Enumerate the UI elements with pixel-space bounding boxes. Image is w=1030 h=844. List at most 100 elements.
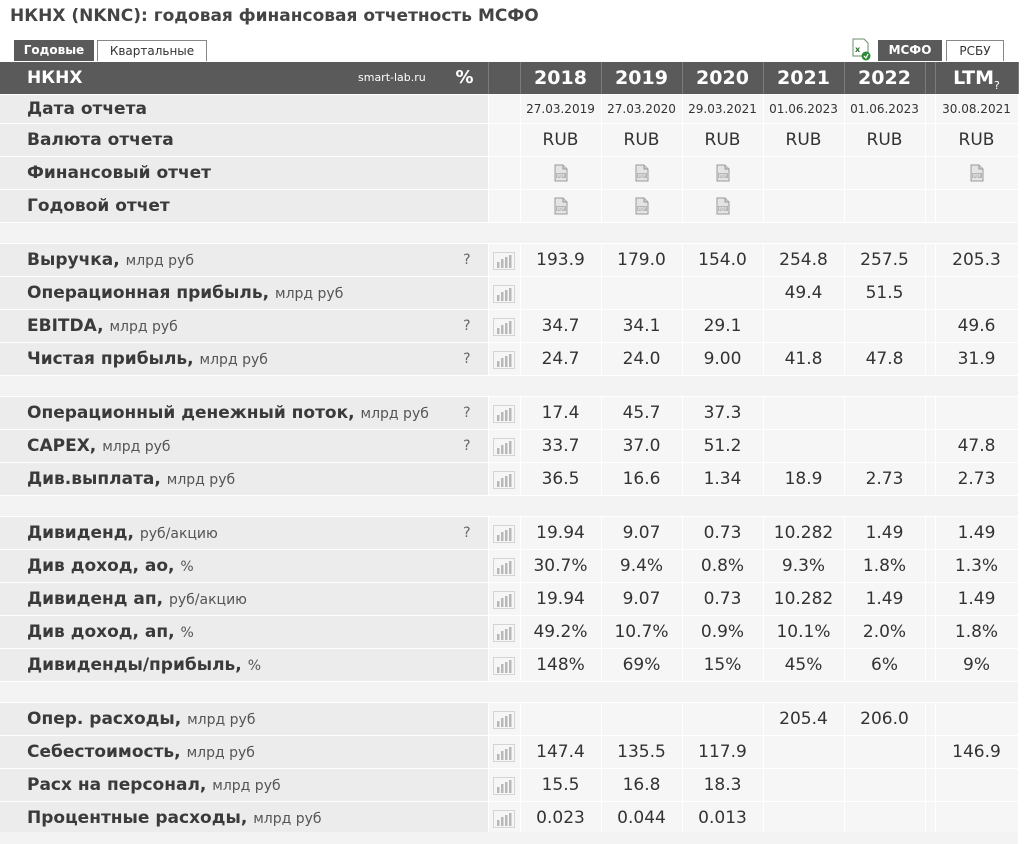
header-year-2019[interactable]: 2019 bbox=[601, 62, 683, 95]
bar-chart-icon[interactable] bbox=[493, 742, 515, 762]
chart-cell[interactable] bbox=[488, 768, 521, 802]
header-company-cell: НКНХ smart-lab.ru% bbox=[0, 62, 489, 95]
row-label-text: Себестоимость, bbox=[27, 742, 181, 762]
empty-chart-cell bbox=[488, 156, 521, 190]
chart-cell[interactable] bbox=[488, 462, 521, 496]
row-unit: млрд руб bbox=[187, 712, 256, 728]
chart-cell[interactable] bbox=[488, 243, 521, 277]
tab-quarterly[interactable]: Квартальные bbox=[97, 40, 207, 61]
chart-cell[interactable] bbox=[488, 429, 521, 463]
pdf-icon[interactable]: PDF bbox=[552, 196, 570, 216]
value-cell: 2.73 bbox=[844, 462, 926, 496]
row-label: Операционный денежный поток, млрд руб? bbox=[0, 396, 489, 430]
header-year-2018[interactable]: 2018 bbox=[520, 62, 602, 95]
header-year-2022[interactable]: 2022 bbox=[844, 62, 926, 95]
help-icon[interactable]: ? bbox=[463, 405, 470, 421]
row-unit: млрд руб bbox=[125, 253, 194, 269]
pdf-icon[interactable]: PDF bbox=[714, 196, 732, 216]
pdf-icon[interactable]: PDF bbox=[968, 163, 986, 183]
pdf-cell[interactable]: PDF bbox=[520, 189, 602, 223]
value-cell-ltm bbox=[935, 768, 1019, 802]
value-cell bbox=[682, 702, 764, 736]
chart-cell[interactable] bbox=[488, 549, 521, 583]
spacer-cell bbox=[925, 429, 936, 463]
value-cell: 10.7% bbox=[601, 615, 683, 649]
help-icon[interactable]: ? bbox=[463, 438, 470, 454]
chart-cell[interactable] bbox=[488, 582, 521, 616]
value-cell: 51.2 bbox=[682, 429, 764, 463]
bar-chart-icon[interactable] bbox=[493, 436, 515, 456]
pdf-cell[interactable]: PDF bbox=[520, 156, 602, 190]
excel-export-icon[interactable]: x bbox=[851, 38, 871, 61]
chart-cell[interactable] bbox=[488, 342, 521, 376]
pdf-cell-ltm[interactable]: PDF bbox=[935, 156, 1019, 190]
pdf-cell[interactable]: PDF bbox=[601, 189, 683, 223]
chart-cell[interactable] bbox=[488, 309, 521, 343]
tab-rsbu[interactable]: РСБУ bbox=[946, 40, 1004, 61]
pdf-icon[interactable]: PDF bbox=[552, 163, 570, 183]
bar-chart-icon[interactable] bbox=[493, 655, 515, 675]
chart-cell[interactable] bbox=[488, 516, 521, 550]
value-cell: RUB bbox=[682, 123, 764, 157]
bar-chart-icon[interactable] bbox=[493, 622, 515, 642]
help-icon[interactable]: ? bbox=[463, 525, 470, 541]
pdf-cell[interactable]: PDF bbox=[601, 156, 683, 190]
bar-chart-icon[interactable] bbox=[493, 403, 515, 423]
header-year-2020[interactable]: 2020 bbox=[682, 62, 764, 95]
pdf-icon[interactable]: PDF bbox=[633, 163, 651, 183]
svg-text:PDF: PDF bbox=[719, 206, 727, 211]
spacer-cell bbox=[925, 309, 936, 343]
pdf-icon[interactable]: PDF bbox=[714, 163, 732, 183]
tab-msfo[interactable]: МСФО bbox=[878, 40, 942, 61]
header-spacer bbox=[925, 62, 936, 95]
value-cell-ltm: 2.73 bbox=[935, 462, 1019, 496]
chart-cell[interactable] bbox=[488, 615, 521, 649]
row-label: Финансовый отчет bbox=[0, 156, 489, 190]
ltm-help-icon[interactable]: ? bbox=[994, 79, 1000, 92]
chart-cell[interactable] bbox=[488, 702, 521, 736]
help-icon[interactable]: ? bbox=[463, 252, 470, 268]
bar-chart-icon[interactable] bbox=[493, 469, 515, 489]
row-unit: млрд руб bbox=[212, 778, 281, 794]
bar-chart-icon[interactable] bbox=[493, 556, 515, 576]
pdf-icon[interactable]: PDF bbox=[633, 196, 651, 216]
source-label[interactable]: smart-lab.ru bbox=[358, 71, 426, 84]
table-row: Опер. расходы, млрд руб 205.4 206.0 bbox=[0, 702, 1019, 736]
value-cell: 15% bbox=[682, 648, 764, 682]
spacer-cell bbox=[925, 243, 936, 277]
chart-cell[interactable] bbox=[488, 396, 521, 430]
pdf-cell[interactable]: PDF bbox=[682, 189, 764, 223]
svg-text:PDF: PDF bbox=[557, 173, 565, 178]
chart-cell[interactable] bbox=[488, 648, 521, 682]
bar-chart-icon[interactable] bbox=[493, 808, 515, 828]
chart-cell[interactable] bbox=[488, 735, 521, 769]
bar-chart-icon[interactable] bbox=[493, 775, 515, 795]
row-unit: руб/акцию bbox=[139, 526, 218, 542]
help-icon[interactable]: ? bbox=[463, 351, 470, 367]
chart-cell[interactable] bbox=[488, 801, 521, 835]
bar-chart-icon[interactable] bbox=[493, 349, 515, 369]
spacer-cell bbox=[925, 123, 936, 157]
table-row: Див.выплата, млрд руб 36.5 16.6 1.34 18.9 2.7… bbox=[0, 462, 1019, 496]
percent-toggle[interactable]: % bbox=[455, 67, 473, 88]
tab-annual[interactable]: Годовые bbox=[14, 40, 94, 61]
row-label-text: Процентные расходы, bbox=[27, 808, 248, 828]
bar-chart-icon[interactable] bbox=[493, 250, 515, 270]
value-cell bbox=[520, 276, 602, 310]
bar-chart-icon[interactable] bbox=[493, 283, 515, 303]
help-icon[interactable]: ? bbox=[463, 318, 470, 334]
bar-chart-icon[interactable] bbox=[493, 523, 515, 543]
row-label-text: Валюта отчета bbox=[27, 130, 174, 150]
row-label-text: Див.выплата, bbox=[27, 469, 161, 489]
svg-text:PDF: PDF bbox=[557, 206, 565, 211]
value-cell: 18.3 bbox=[682, 768, 764, 802]
bar-chart-icon[interactable] bbox=[493, 709, 515, 729]
bar-chart-icon[interactable] bbox=[493, 589, 515, 609]
value-cell: 19.94 bbox=[520, 582, 602, 616]
pdf-cell[interactable]: PDF bbox=[682, 156, 764, 190]
header-year-2021[interactable]: 2021 bbox=[763, 62, 845, 95]
chart-cell[interactable] bbox=[488, 276, 521, 310]
header-ltm[interactable]: LTM? bbox=[935, 62, 1019, 95]
spacer-cell bbox=[925, 549, 936, 583]
bar-chart-icon[interactable] bbox=[493, 316, 515, 336]
